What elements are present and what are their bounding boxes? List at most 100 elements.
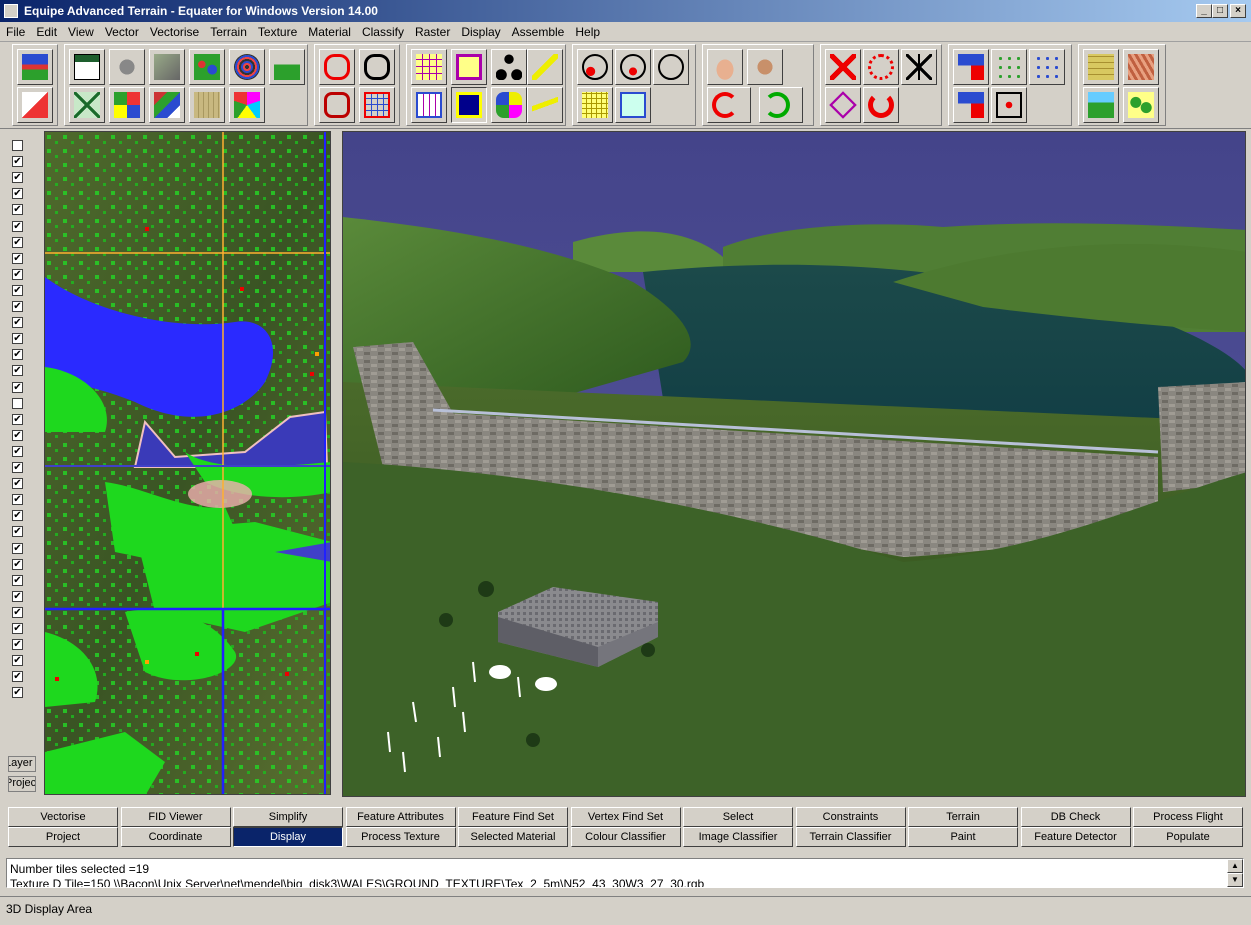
message-log[interactable]: Number tiles selected =19 Texture D Tile… <box>6 858 1244 888</box>
nav-button-coordinate[interactable]: Coordinate <box>120 827 231 847</box>
view-3d-display[interactable] <box>342 131 1246 797</box>
toolbar-button[interactable] <box>707 49 743 85</box>
layer-checkbox[interactable]: ✔ <box>12 542 23 554</box>
toolbar-button[interactable] <box>149 49 185 85</box>
toolbar-button[interactable] <box>491 49 527 85</box>
layer-checkbox[interactable]: ✔ <box>12 349 23 361</box>
nav-button-feature-find-set[interactable]: Feature Find Set <box>458 807 568 827</box>
layer-checkbox[interactable]: ✔ <box>12 574 23 586</box>
layer-checkbox[interactable]: ✔ <box>12 284 23 296</box>
nav-button-simplify[interactable]: Simplify <box>233 807 343 827</box>
layer-checkbox[interactable]: ✔ <box>12 687 23 699</box>
nav-button-display[interactable]: Display <box>233 827 343 847</box>
layer-checkbox[interactable] <box>12 397 23 409</box>
layer-checkbox[interactable]: ✔ <box>12 429 23 441</box>
toolbar-button[interactable] <box>747 49 783 85</box>
toolbar-button[interactable] <box>319 49 355 85</box>
toolbar-button[interactable] <box>69 87 105 123</box>
minimize-button[interactable]: _ <box>1196 4 1212 18</box>
toolbar-button[interactable] <box>653 49 689 85</box>
layer-checkbox[interactable]: ✔ <box>12 526 23 538</box>
layer-checkbox[interactable]: ✔ <box>12 655 23 667</box>
undo-button[interactable] <box>707 87 751 123</box>
toolbar-button[interactable] <box>577 49 613 85</box>
toolbar-button[interactable] <box>863 49 899 85</box>
layer-checkbox[interactable]: ✔ <box>12 590 23 602</box>
layer-checkbox[interactable]: ✔ <box>12 478 23 490</box>
menu-vectorise[interactable]: Vectorise <box>144 22 204 39</box>
nav-button-colour-classifier[interactable]: Colour Classifier <box>570 827 681 847</box>
nav-button-paint[interactable]: Paint <box>908 827 1018 847</box>
toolbar-button[interactable] <box>825 87 861 123</box>
nav-button-terrain-classifier[interactable]: Terrain Classifier <box>795 827 906 847</box>
toolbar-button[interactable] <box>527 87 563 123</box>
menu-help[interactable]: Help <box>569 22 605 39</box>
toolbar-button[interactable] <box>229 87 265 123</box>
layer-checkbox[interactable]: ✔ <box>12 188 23 200</box>
toolbar-button[interactable] <box>1083 49 1119 85</box>
nav-button-select[interactable]: Select <box>683 807 793 827</box>
toolbar-button[interactable] <box>229 49 265 85</box>
layer-checkbox[interactable]: ✔ <box>12 510 23 522</box>
toolbar-button[interactable] <box>615 87 651 123</box>
layer-checkbox[interactable]: ✔ <box>12 606 23 618</box>
nav-button-selected-material[interactable]: Selected Material <box>458 827 568 847</box>
layer-checkbox[interactable]: ✔ <box>12 365 23 377</box>
toolbar-button[interactable] <box>359 87 395 123</box>
tab-project[interactable]: Project <box>8 776 36 792</box>
toolbar-button[interactable] <box>825 49 861 85</box>
layer-checkbox[interactable]: ✔ <box>12 639 23 651</box>
toolbar-button[interactable] <box>69 49 105 85</box>
layer-checkbox[interactable]: ✔ <box>12 252 23 264</box>
layer-checkbox[interactable] <box>12 140 23 151</box>
toolbar-button[interactable] <box>319 87 355 123</box>
toolbar-button[interactable] <box>269 49 305 85</box>
layer-checkbox[interactable]: ✔ <box>12 333 23 345</box>
menu-assemble[interactable]: Assemble <box>506 22 570 39</box>
toolbar-button[interactable] <box>411 87 447 123</box>
app-icon[interactable] <box>4 4 18 18</box>
toolbar-button[interactable] <box>17 87 53 123</box>
nav-button-db-check[interactable]: DB Check <box>1020 807 1131 827</box>
layer-checkbox[interactable]: ✔ <box>12 317 23 329</box>
nav-button-constraints[interactable]: Constraints <box>795 807 906 827</box>
nav-button-process-flight[interactable]: Process Flight <box>1133 807 1243 827</box>
nav-button-process-texture[interactable]: Process Texture <box>345 827 456 847</box>
menu-file[interactable]: File <box>0 22 30 39</box>
menu-terrain[interactable]: Terrain <box>204 22 252 39</box>
toolbar-button[interactable] <box>1123 49 1159 85</box>
toolbar-button[interactable] <box>17 49 53 85</box>
nav-button-feature-attributes[interactable]: Feature Attributes <box>345 807 456 827</box>
layer-checkbox[interactable]: ✔ <box>12 462 23 473</box>
scroll-up-icon[interactable]: ▲ <box>1227 859 1243 873</box>
toolbar-button[interactable] <box>991 49 1027 85</box>
layer-checkbox[interactable]: ✔ <box>12 558 23 570</box>
nav-button-image-classifier[interactable]: Image Classifier <box>683 827 793 847</box>
layer-checkbox[interactable]: ✔ <box>12 671 23 683</box>
toolbar-button[interactable] <box>109 49 145 85</box>
view-splitter[interactable] <box>332 131 340 795</box>
toolbar-button[interactable] <box>189 87 225 123</box>
toolbar-button[interactable] <box>901 49 937 85</box>
toolbar-button[interactable] <box>189 49 225 85</box>
toolbar-button[interactable] <box>991 87 1027 123</box>
layer-checkbox[interactable]: ✔ <box>12 204 23 216</box>
layer-checkbox[interactable]: ✔ <box>12 268 23 280</box>
menu-vector[interactable]: Vector <box>99 22 144 39</box>
nav-button-fid-viewer[interactable]: FID Viewer <box>120 807 231 827</box>
toolbar-button[interactable] <box>1029 49 1065 85</box>
redo-button[interactable] <box>759 87 803 123</box>
toolbar-button[interactable] <box>411 49 447 85</box>
map-2d-view[interactable] <box>44 131 331 795</box>
layer-checkbox[interactable]: ✔ <box>12 623 23 634</box>
nav-button-terrain[interactable]: Terrain <box>908 807 1018 827</box>
layer-checkbox[interactable]: ✔ <box>12 381 23 393</box>
menu-edit[interactable]: Edit <box>30 22 62 39</box>
layer-checkbox[interactable]: ✔ <box>12 445 23 457</box>
toolbar-button[interactable] <box>149 87 185 123</box>
menu-display[interactable]: Display <box>455 22 505 39</box>
toolbar-button[interactable] <box>953 87 989 123</box>
toolbar-button[interactable] <box>615 49 651 85</box>
maximize-button[interactable]: □ <box>1212 4 1228 18</box>
toolbar-button[interactable] <box>1123 87 1159 123</box>
